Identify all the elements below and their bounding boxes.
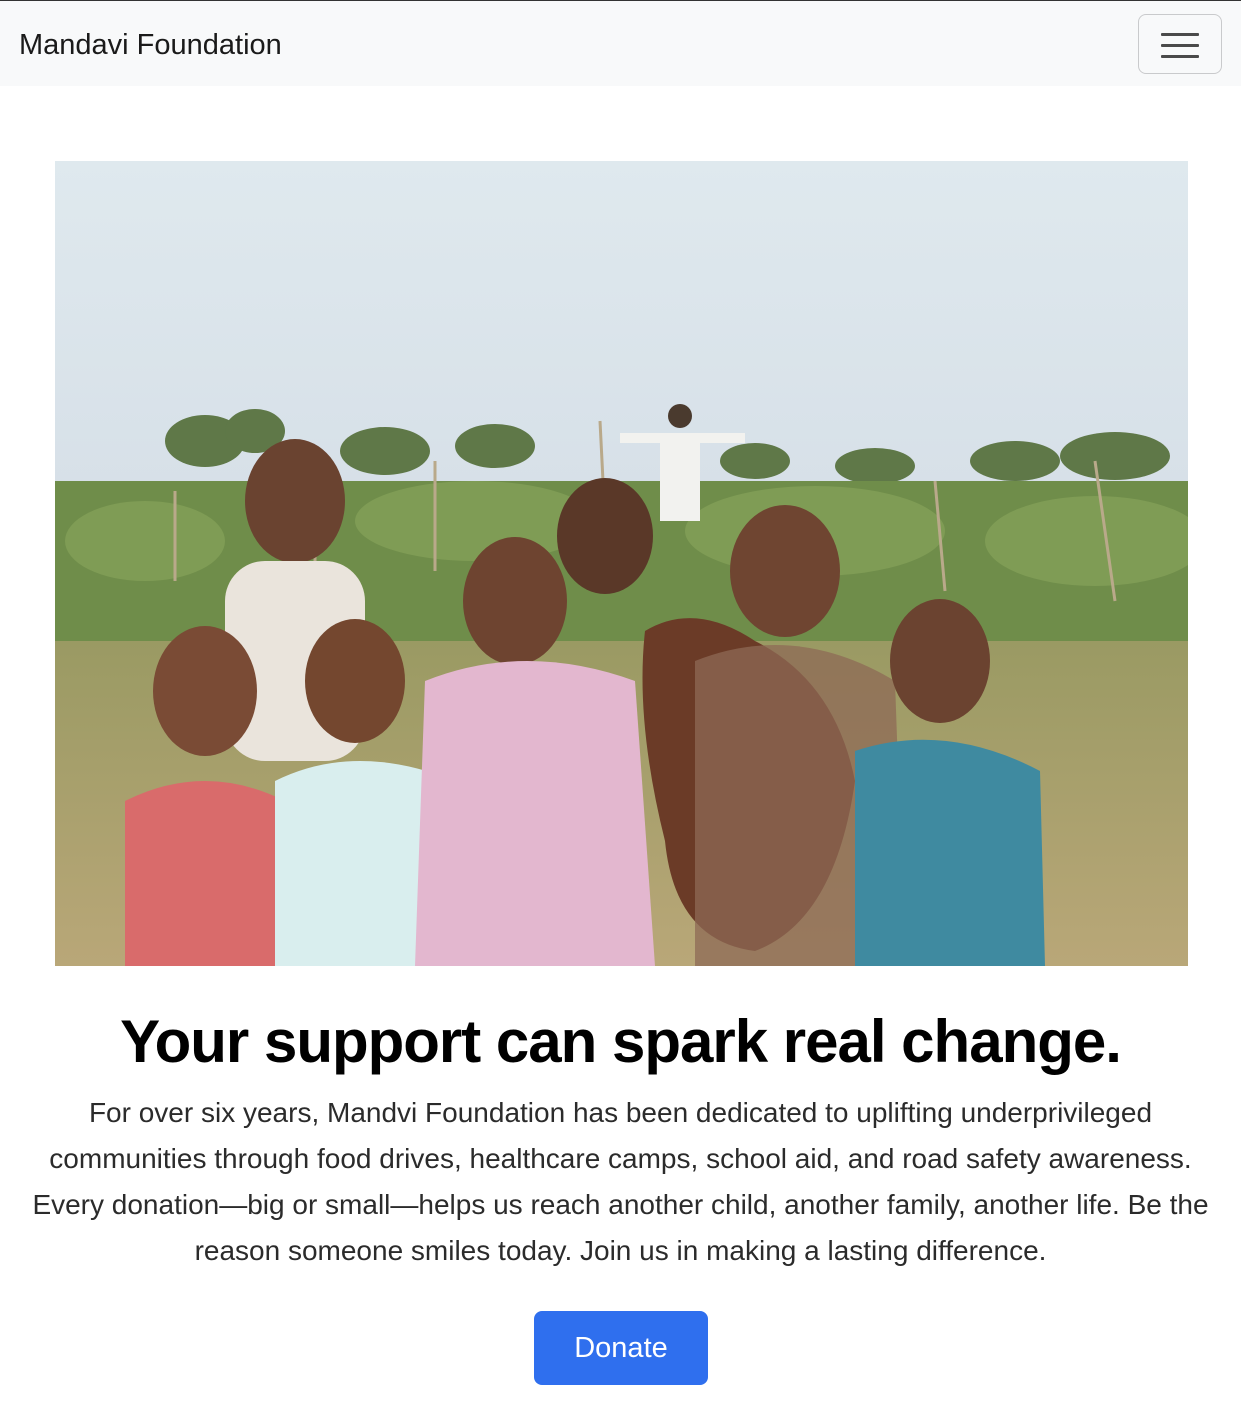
hamburger-menu-icon [1161, 31, 1199, 59]
page-title: Your support can spark real change. [120, 1008, 1122, 1075]
hero-photo-illustration [55, 161, 1188, 966]
navbar: Mandavi Foundation [0, 1, 1241, 86]
navbar-brand[interactable]: Mandavi Foundation [19, 26, 282, 64]
hero-image [55, 161, 1188, 966]
donate-button[interactable]: Donate [534, 1311, 708, 1385]
menu-toggle-button[interactable] [1138, 14, 1222, 74]
intro-paragraph: For over six years, Mandvi Foundation ha… [32, 1097, 1209, 1266]
